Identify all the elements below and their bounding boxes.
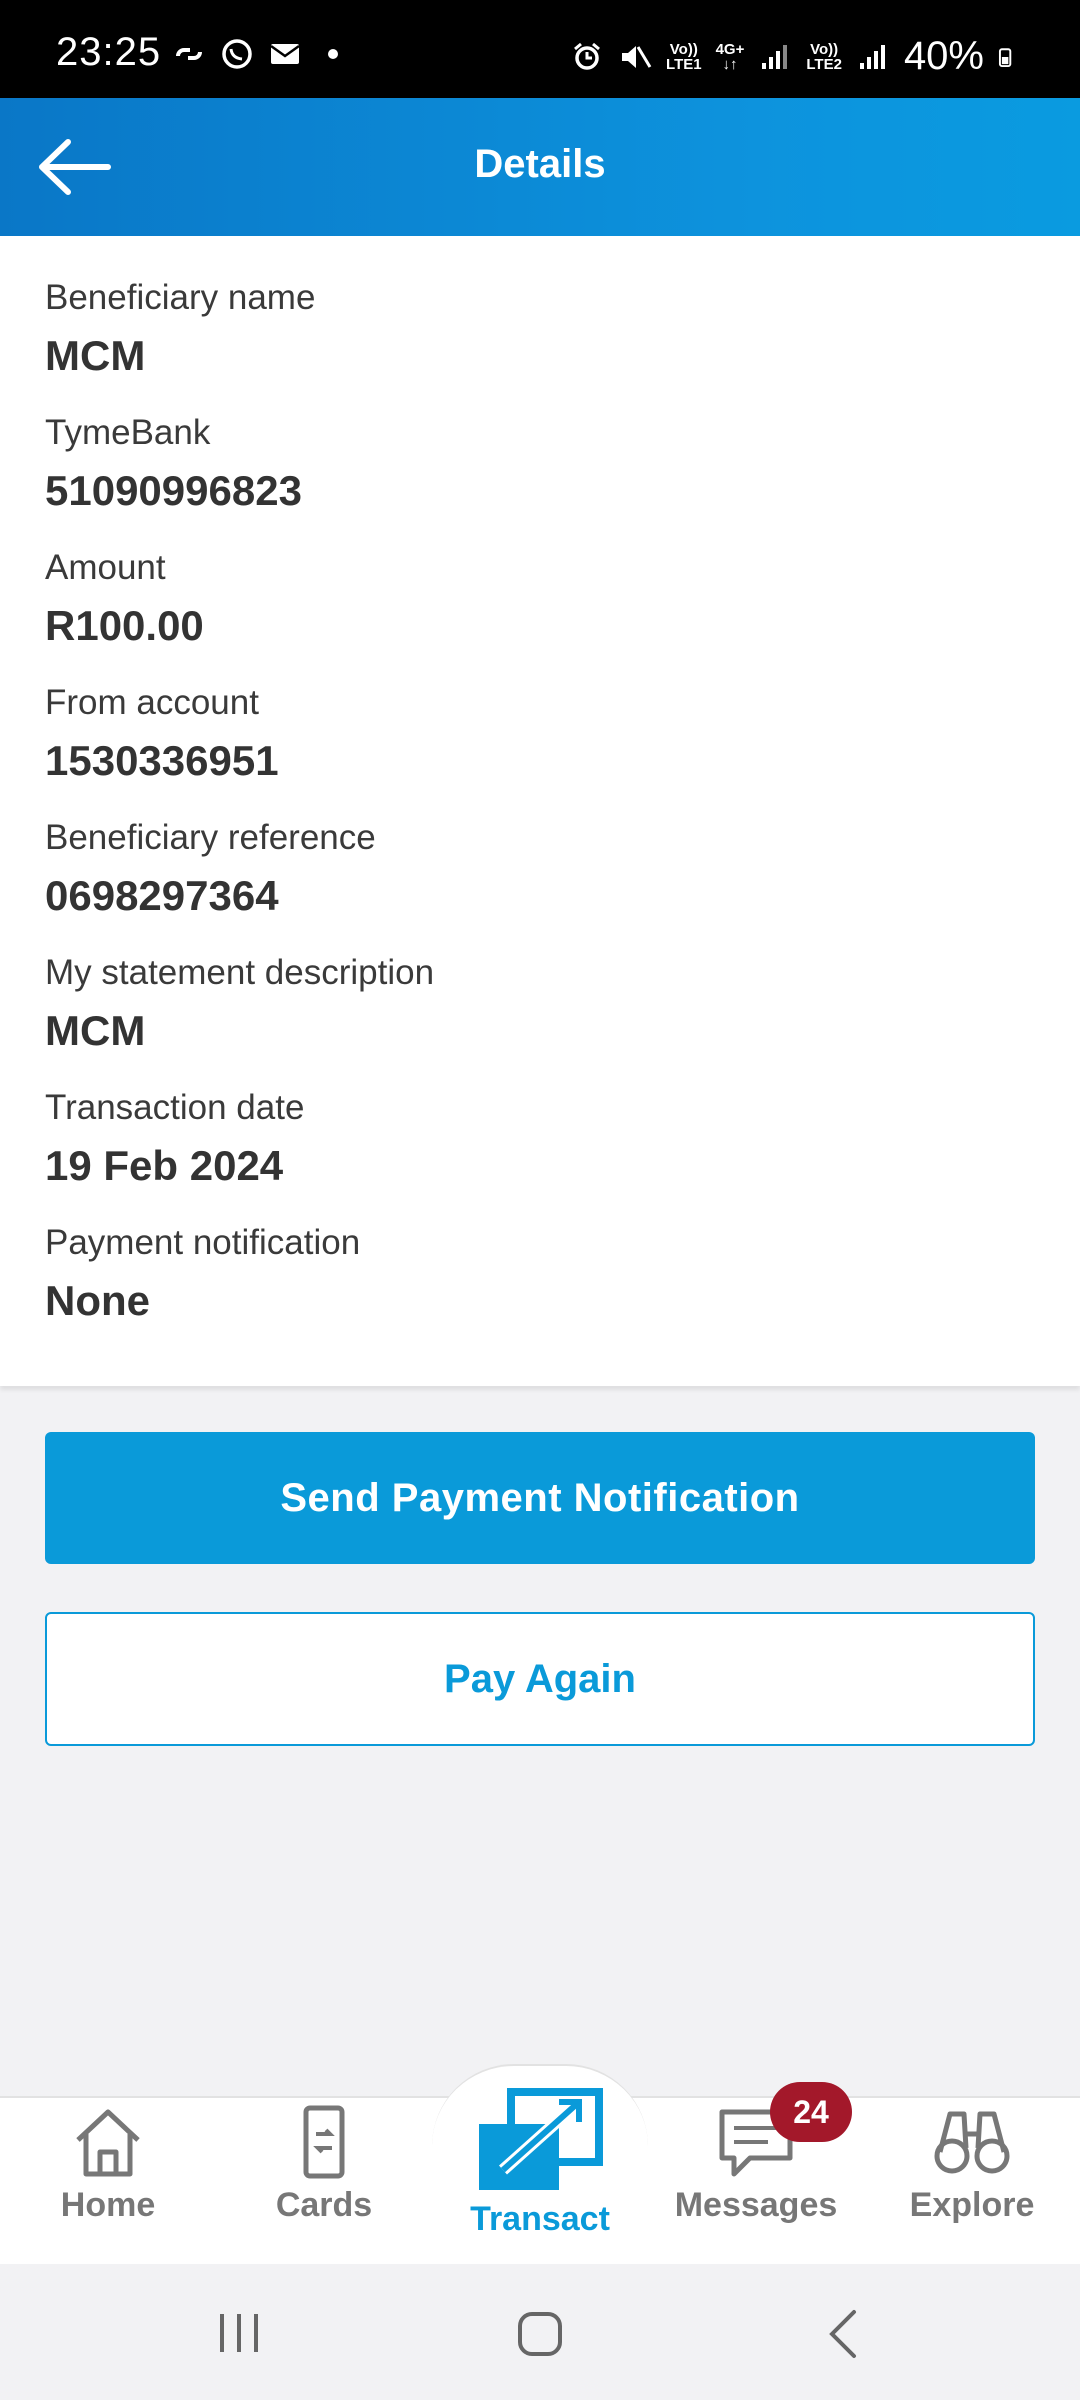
nav-item-explore[interactable]: Explore <box>864 2104 1080 2225</box>
field-label: From account <box>45 683 259 722</box>
field-transaction-date: Transaction date 19 Feb 2024 <box>45 1088 304 1190</box>
field-payment-notification: Payment notification None <box>45 1223 360 1325</box>
home-button-icon[interactable] <box>512 2306 568 2362</box>
field-statement-description: My statement description MCM <box>45 953 434 1055</box>
mail-icon <box>270 44 300 64</box>
network-type-indicator: 4G+ ↓↑ <box>715 40 745 73</box>
binoculars-icon <box>934 2111 1010 2174</box>
nav-item-transact[interactable]: Transact <box>432 2088 648 2239</box>
field-label: Payment notification <box>45 1223 361 1262</box>
alarm-icon <box>574 42 600 70</box>
field-value: 51090996823 <box>45 467 302 514</box>
link-icon <box>176 48 202 60</box>
field-label: Transaction date <box>45 1088 305 1127</box>
field-beneficiary-reference: Beneficiary reference 0698297364 <box>45 818 376 920</box>
status-bar: 23:25 Vo)) LTE1 4G+ ↓↑ Vo)) LTE2 40% <box>0 0 1080 98</box>
field-label: TymeBank <box>45 413 211 452</box>
field-value: MCM <box>45 1007 146 1054</box>
mute-icon <box>622 45 652 68</box>
field-value: 19 Feb 2024 <box>45 1142 284 1189</box>
volte2-indicator: Vo)) LTE2 <box>806 40 842 73</box>
field-value: R100.00 <box>45 602 204 649</box>
page-title: Details <box>474 142 606 186</box>
nav-label: Cards <box>275 2186 373 2224</box>
volte1-indicator: Vo)) LTE1 <box>666 40 702 73</box>
field-label: My statement description <box>45 953 435 992</box>
signal-icon <box>859 44 885 69</box>
field-value: 1530336951 <box>45 737 279 784</box>
battery-percent: 40% <box>903 34 984 78</box>
field-from-account: From account 1530336951 <box>45 683 279 785</box>
transact-icon <box>479 2088 603 2190</box>
field-label: Amount <box>45 548 166 587</box>
nav-item-cards[interactable]: Cards <box>216 2104 432 2225</box>
back-icon[interactable] <box>820 2306 870 2362</box>
field-value: 0698297364 <box>45 872 279 919</box>
field-value: None <box>45 1277 150 1324</box>
nav-label: Transact <box>470 2200 610 2238</box>
app-header: Details <box>0 98 1080 236</box>
whatsapp-icon <box>222 39 252 69</box>
nav-label: Home <box>60 2186 156 2224</box>
nav-label: Explore <box>909 2186 1035 2224</box>
field-label: Beneficiary name <box>45 278 316 317</box>
field-label: Beneficiary reference <box>45 818 376 857</box>
recent-apps-icon[interactable] <box>214 2308 264 2358</box>
messages-badge: 24 <box>770 2082 852 2142</box>
field-bank-account: TymeBank 51090996823 <box>45 413 302 515</box>
nav-label: Messages <box>674 2186 838 2224</box>
field-beneficiary-name: Beneficiary name MCM <box>45 278 315 380</box>
field-value: MCM <box>45 332 146 379</box>
nav-item-home[interactable]: Home <box>0 2104 216 2225</box>
field-amount: Amount R100.00 <box>45 548 204 650</box>
transaction-details-card: Beneficiary name MCM TymeBank 5109099682… <box>0 236 1080 1386</box>
send-payment-notification-button[interactable]: Send Payment Notification <box>45 1432 1035 1564</box>
system-nav-bar <box>0 2264 1080 2400</box>
pay-again-button[interactable]: Pay Again <box>45 1612 1035 1746</box>
cards-icon <box>303 2105 345 2179</box>
status-time: 23:25 <box>56 30 162 74</box>
home-icon <box>76 2109 140 2177</box>
battery-icon <box>998 47 1012 67</box>
signal-icon <box>762 44 788 69</box>
dot-icon <box>328 49 338 59</box>
